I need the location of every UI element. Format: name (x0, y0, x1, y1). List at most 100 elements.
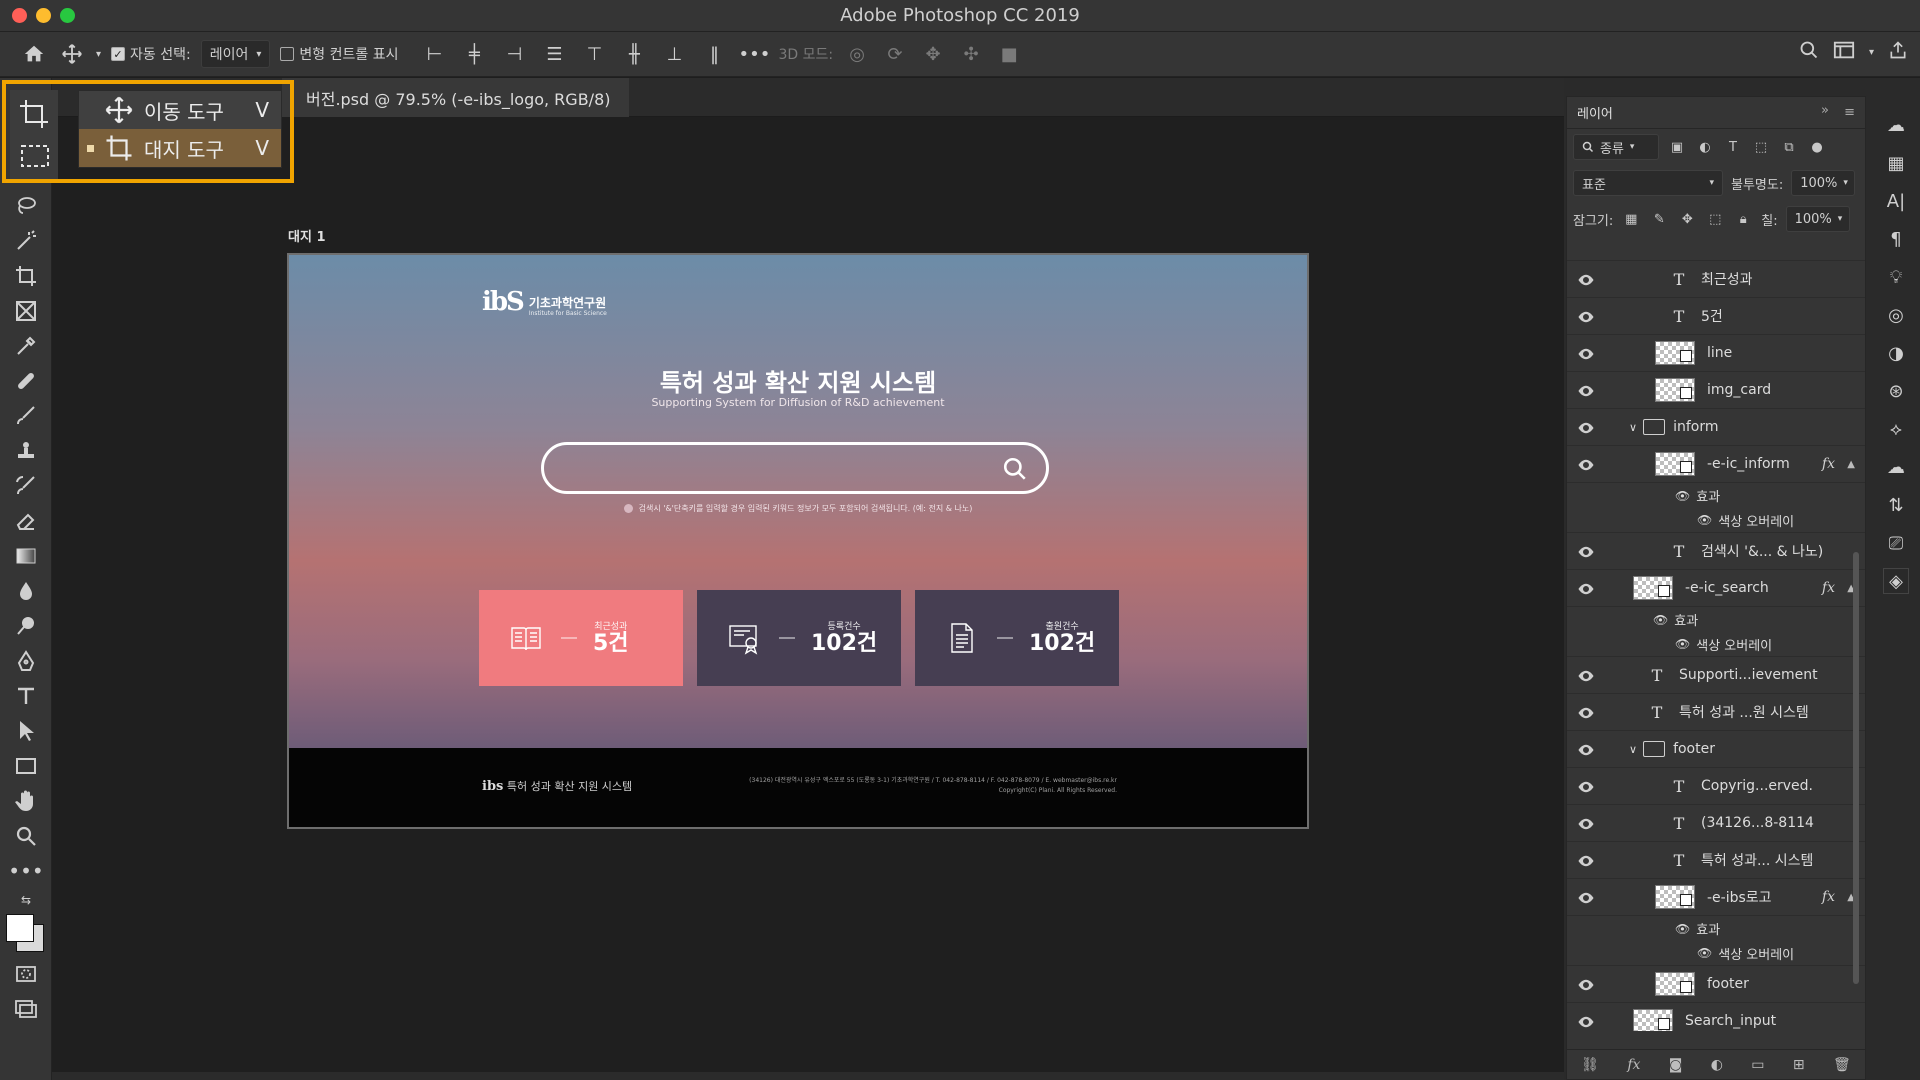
link-layers-icon[interactable]: ⛓︎ (1581, 1057, 1599, 1073)
align-bottom-icon[interactable]: ⊥ (660, 40, 688, 68)
visibility-eye-icon[interactable] (1577, 580, 1595, 598)
layer-row[interactable]: T 최근성과 (1567, 261, 1865, 298)
layers-panel-title[interactable]: 레이어 (1577, 103, 1613, 122)
properties-icon[interactable]: ⇅ (1883, 492, 1909, 518)
layer-row[interactable]: line (1567, 335, 1865, 372)
quick-mask-icon[interactable] (0, 956, 52, 991)
align-center-h-icon[interactable]: ╪ (460, 40, 488, 68)
visibility-eye-icon[interactable] (1577, 382, 1595, 400)
layer-row[interactable]: T 특허 성과... 시스템 (1567, 842, 1865, 879)
type-tool-icon[interactable] (0, 678, 52, 713)
blur-tool-icon[interactable] (0, 573, 52, 608)
gradient-tool-icon[interactable] (0, 538, 52, 573)
lock-position-icon[interactable]: ✥ (1677, 209, 1697, 229)
lock-transparency-icon[interactable]: ▦ (1621, 209, 1641, 229)
visibility-eye-icon[interactable]: 👁︎ (1675, 637, 1690, 651)
transform-controls-checkbox[interactable]: 변형 컨트롤 표시 (280, 44, 398, 64)
visibility-eye-icon[interactable] (1577, 543, 1595, 561)
panel-menu-icon[interactable]: ≡ (1844, 105, 1855, 120)
fx-icon[interactable]: fx (1822, 889, 1835, 905)
layer-row[interactable]: T Copyrig...erved. (1567, 768, 1865, 805)
channels-icon[interactable]: ⊛ (1883, 378, 1909, 404)
fill-field[interactable]: 100% ▾ (1785, 206, 1850, 232)
lasso-tool-icon[interactable] (0, 188, 52, 223)
layer-row[interactable]: T 검색시 '&... & 나노) (1567, 533, 1865, 570)
artboard[interactable]: ibS 기초과학연구원 Institute for Basic Science … (287, 253, 1309, 829)
layer-row[interactable]: -e-ic_search fx ▲ (1567, 570, 1865, 607)
artboard-label[interactable]: 대지 1 (288, 226, 326, 245)
distribute-h-icon[interactable]: ☰ (540, 40, 568, 68)
layer-row[interactable]: -e-ic_inform fx ▲ (1567, 446, 1865, 483)
new-layer-icon[interactable]: ⊞ (1793, 1057, 1805, 1073)
lock-image-icon[interactable]: ✎ (1649, 209, 1669, 229)
more-options-icon[interactable]: ••• (739, 40, 771, 68)
visibility-eye-icon[interactable] (1577, 741, 1595, 759)
brush-tool-icon[interactable] (0, 398, 52, 433)
add-mask-icon[interactable]: ◙ (1669, 1057, 1683, 1073)
filter-pixel-icon[interactable]: ▣ (1667, 137, 1687, 157)
paths-icon[interactable]: ⟡ (1883, 416, 1909, 442)
layer-row[interactable]: T Supporti...ievement (1567, 657, 1865, 694)
libraries-icon[interactable]: ◎ (1883, 302, 1909, 328)
effect-row[interactable]: 👁︎ 색상 오버레이 (1567, 632, 1865, 657)
layer-row[interactable]: T 특허 성과 ...원 시스템 (1567, 694, 1865, 731)
add-fx-icon[interactable]: fx (1627, 1057, 1640, 1073)
layer-row[interactable]: T (34126...8-8114 (1567, 805, 1865, 842)
filter-shape-icon[interactable]: ⬚ (1751, 137, 1771, 157)
character-icon[interactable]: A| (1883, 188, 1909, 214)
search-icon[interactable] (1799, 40, 1819, 64)
dodge-tool-icon[interactable] (0, 608, 52, 643)
rectangle-tool-icon[interactable] (0, 748, 52, 783)
visibility-eye-icon[interactable]: 👁︎ (1697, 946, 1712, 960)
effect-row[interactable]: 👁︎ 색상 오버레이 (1567, 508, 1865, 533)
clone-stamp-icon[interactable] (0, 433, 52, 468)
auto-select-dropdown[interactable]: 레이어 ▾ (200, 40, 271, 68)
orbit-3d-icon[interactable]: ◎ (843, 40, 871, 68)
minimize-window-button[interactable] (36, 8, 51, 23)
screen-mode-icon[interactable] (0, 991, 52, 1026)
visibility-eye-icon[interactable] (1577, 889, 1595, 907)
learn-icon[interactable]: ☁ (1883, 112, 1909, 138)
visibility-eye-icon[interactable] (1577, 345, 1595, 363)
collapse-icon[interactable]: » (1821, 103, 1829, 118)
visibility-eye-icon[interactable] (1577, 456, 1595, 474)
path-selection-icon[interactable] (0, 713, 52, 748)
align-left-icon[interactable]: ⊢ (420, 40, 448, 68)
new-group-icon[interactable]: ▭ (1751, 1057, 1764, 1073)
crop-tool-icon[interactable] (0, 258, 52, 293)
effect-row[interactable]: 👁︎ 효과 (1567, 916, 1865, 941)
visibility-eye-icon[interactable]: 👁︎ (1675, 489, 1690, 503)
eraser-icon[interactable] (0, 503, 52, 538)
move-tool-icon[interactable] (58, 40, 86, 68)
layer-row[interactable]: T 5건 (1567, 298, 1865, 335)
effect-row[interactable]: 👁︎ 효과 (1567, 483, 1865, 508)
filter-type-icon[interactable]: T (1723, 137, 1743, 157)
frame-tool-icon[interactable] (0, 293, 52, 328)
distribute-v-icon[interactable]: ‖ (700, 40, 728, 68)
visibility-eye-icon[interactable] (1577, 704, 1595, 722)
visibility-eye-icon[interactable]: 👁︎ (1697, 513, 1712, 527)
lightbulb-icon[interactable]: 💡︎ (1883, 264, 1909, 290)
grid-icon[interactable]: ▦ (1883, 150, 1909, 176)
effect-row[interactable]: 👁︎ 효과 (1567, 607, 1865, 632)
eyedropper-icon[interactable] (0, 328, 52, 363)
more-tools-icon[interactable]: ••• (0, 853, 52, 888)
swap-colors-icon[interactable]: ⇆ (0, 888, 52, 912)
chevron-down-icon[interactable]: ▾ (1869, 47, 1874, 58)
visibility-eye-icon[interactable] (1577, 852, 1595, 870)
visibility-eye-icon[interactable]: 👁︎ (1675, 922, 1690, 936)
opacity-field[interactable]: 100% ▾ (1791, 170, 1856, 196)
filter-smart-object-icon[interactable]: ⧉ (1779, 137, 1799, 157)
paragraph-icon[interactable]: ¶ (1883, 226, 1909, 252)
visibility-eye-icon[interactable] (1577, 976, 1595, 994)
lock-artboard-icon[interactable]: ⬚ (1705, 209, 1725, 229)
roll-3d-icon[interactable]: ⟳ (881, 40, 909, 68)
close-window-button[interactable] (12, 8, 27, 23)
effect-row[interactable]: 👁︎ 색상 오버레이 (1567, 941, 1865, 966)
visibility-eye-icon[interactable] (1577, 815, 1595, 833)
scale-3d-icon[interactable]: ■ (995, 40, 1023, 68)
filter-adjustment-icon[interactable]: ◐ (1695, 137, 1715, 157)
pan-3d-icon[interactable]: ✥ (919, 40, 947, 68)
visibility-eye-icon[interactable]: 👁︎ (1653, 613, 1668, 627)
adjustments-icon[interactable]: ◑ (1883, 340, 1909, 366)
